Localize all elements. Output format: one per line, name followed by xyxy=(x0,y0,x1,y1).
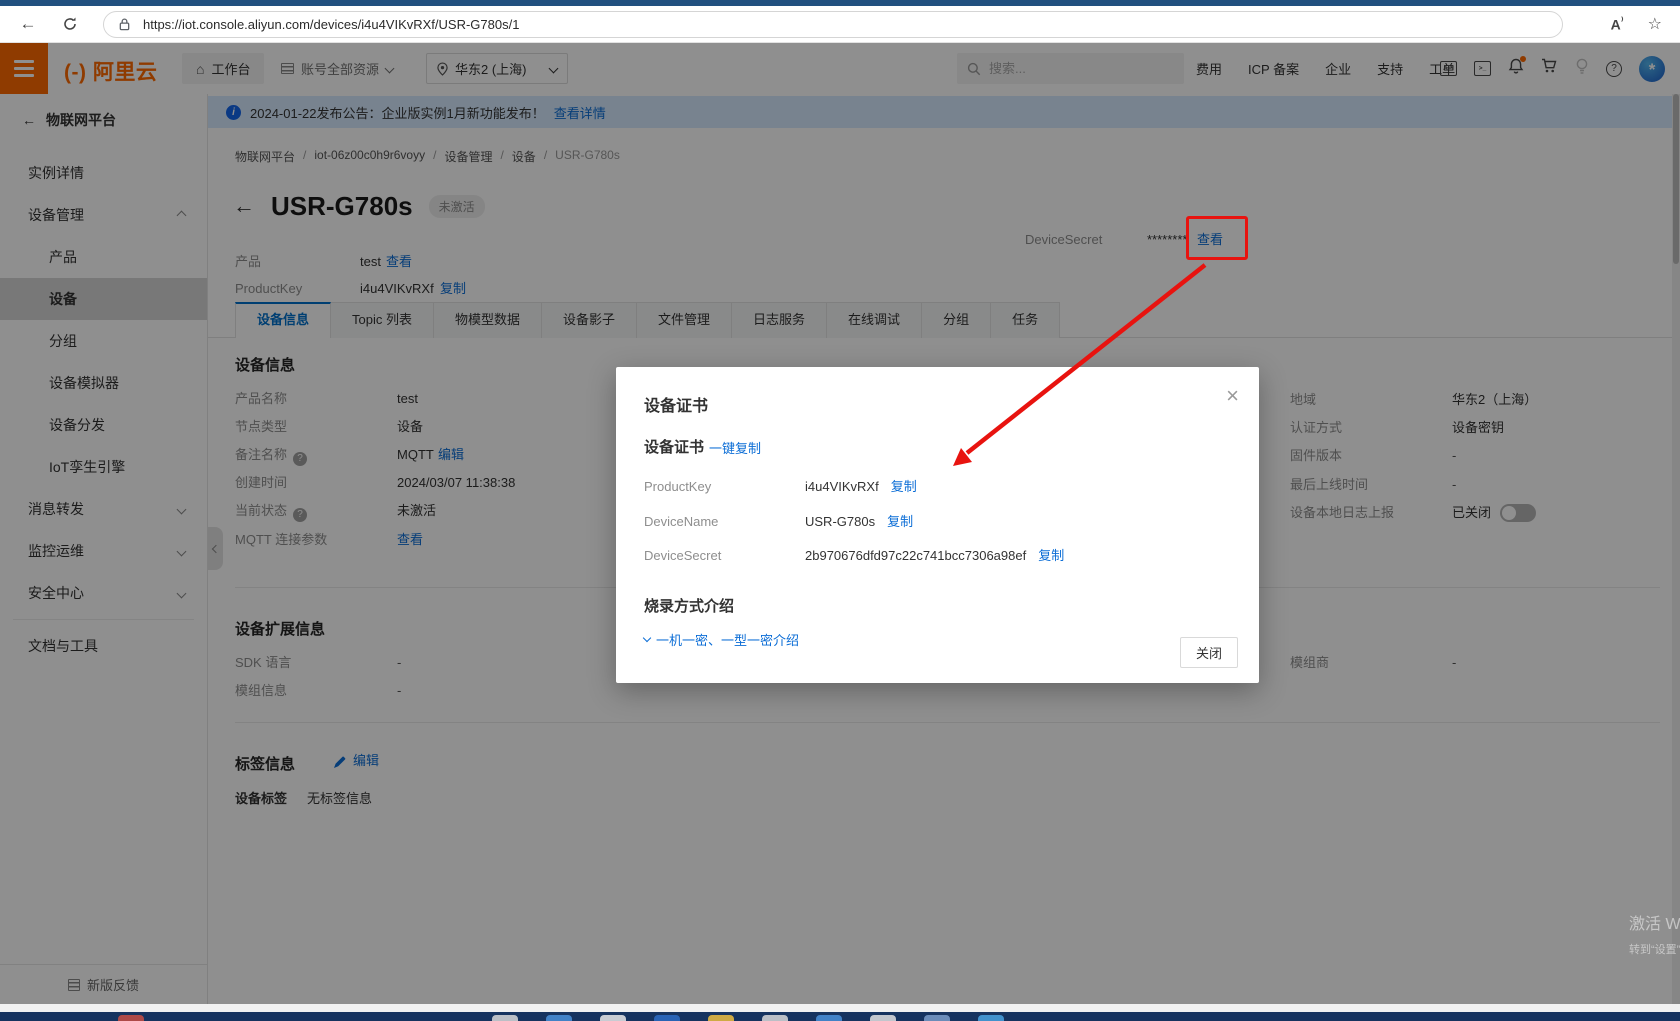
screen: ← https://iot.console.aliyun.com/devices… xyxy=(0,0,1680,1021)
read-aloud-icon[interactable]: A xyxy=(1611,16,1624,33)
certificate-section-title: 设备证书 xyxy=(644,436,704,457)
taskbar xyxy=(0,1012,1680,1021)
copy-link[interactable]: 复制 xyxy=(887,512,913,532)
modal-productkey-label: ProductKey xyxy=(644,479,711,494)
taskbar-icon[interactable] xyxy=(654,1015,680,1021)
chevron-down-icon xyxy=(643,634,651,642)
window-bottom-edge xyxy=(0,1004,1680,1012)
browser-toolbar: ← https://iot.console.aliyun.com/devices… xyxy=(0,6,1680,43)
browser-refresh-icon[interactable] xyxy=(56,10,84,38)
taskbar-icon[interactable] xyxy=(924,1015,950,1021)
modal-devicename-label: DeviceName xyxy=(644,514,718,529)
taskbar-icon[interactable] xyxy=(816,1015,842,1021)
browser-back-icon[interactable]: ← xyxy=(14,10,42,38)
modal-devicesecret-value: 2b970676dfd97c22c741bcc7306a98ef xyxy=(805,546,1026,566)
taskbar-icon[interactable] xyxy=(546,1015,572,1021)
app-viewport: (-) 阿里云 ⌂ 工作台 账号全部资源 华东2 (上海) 费用 IC xyxy=(0,43,1680,1004)
modal-close-button[interactable]: 关闭 xyxy=(1180,637,1238,668)
favorite-star-icon[interactable]: ☆ xyxy=(1648,14,1662,34)
taskbar-icon[interactable] xyxy=(708,1015,734,1021)
taskbar-icon[interactable] xyxy=(978,1015,1004,1021)
annotation-highlight-box xyxy=(1186,216,1248,260)
copy-all-link[interactable]: 一键复制 xyxy=(709,441,761,456)
copy-link[interactable]: 复制 xyxy=(1038,546,1064,566)
modal-productkey-value: i4u4VIKvRXf xyxy=(805,477,879,497)
device-certificate-modal: 设备证书 × 设备证书 一键复制 ProductKey i4u4VIKvRXf 复… xyxy=(616,367,1259,683)
taskbar-icon[interactable] xyxy=(870,1015,896,1021)
taskbar-icon[interactable] xyxy=(600,1015,626,1021)
modal-devicename-value: USR-G780s xyxy=(805,512,875,532)
address-bar[interactable]: https://iot.console.aliyun.com/devices/i… xyxy=(103,11,1563,38)
taskbar-icon[interactable] xyxy=(762,1015,788,1021)
taskbar-icon[interactable] xyxy=(492,1015,518,1021)
url-text: https://iot.console.aliyun.com/devices/i… xyxy=(143,17,519,32)
burn-method-link[interactable]: 一机一密、一型一密介绍 xyxy=(644,630,799,649)
burn-method-title: 烧录方式介绍 xyxy=(644,595,734,616)
close-icon[interactable]: × xyxy=(1226,383,1239,409)
taskbar-icon[interactable] xyxy=(118,1015,144,1021)
modal-title: 设备证书 xyxy=(644,392,708,416)
modal-devicesecret-label: DeviceSecret xyxy=(644,548,721,563)
windows-activation-watermark: 激活 Windows 转到“设置”以激活 Windows。 xyxy=(1629,910,1680,957)
lock-icon xyxy=(118,17,131,32)
copy-link[interactable]: 复制 xyxy=(891,477,917,497)
